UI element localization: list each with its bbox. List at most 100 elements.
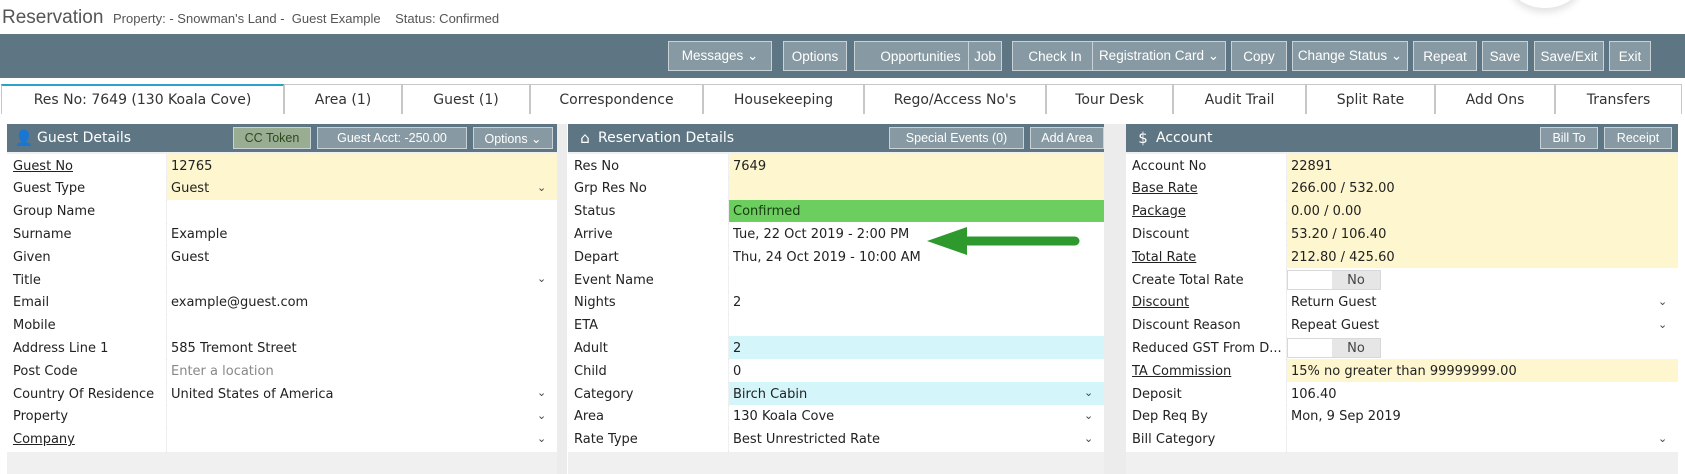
guest-header-button-1[interactable]: Guest Acct: -250.00 [317, 127, 467, 149]
chevron-down-icon[interactable]: ⌄ [1084, 409, 1093, 422]
account-row-label[interactable]: TA Commission [1126, 359, 1286, 384]
job-button[interactable]: Job [968, 41, 1002, 71]
account-row-label[interactable]: Base Rate [1126, 176, 1286, 201]
reservation-row-label: Adult [568, 336, 728, 361]
guest-row-value[interactable]: Enter a location [167, 359, 557, 384]
reservation-row-value[interactable] [729, 313, 1104, 338]
guest-row-label[interactable]: Guest No [7, 154, 166, 178]
tab-1[interactable]: Area (1) [284, 84, 402, 114]
account-row-label: Discount Reason [1126, 313, 1286, 338]
exit-button[interactable]: Exit [1609, 41, 1651, 71]
toggle-no-label: No [1332, 339, 1380, 358]
account-row-value[interactable]: 106.40 [1287, 382, 1678, 406]
change-status-button[interactable]: Change Status ⌄ [1292, 41, 1408, 71]
chevron-down-icon[interactable]: ⌄ [537, 432, 546, 445]
tab-bar: Res No: 7649 (130 Koala Cove) Area (1) Gue… [0, 84, 1685, 114]
tab-5[interactable]: Rego/Access No's [864, 84, 1046, 114]
guest-row-label: Email [7, 290, 166, 315]
guest-row-value[interactable]: example@guest.com [167, 290, 557, 315]
chevron-down-icon[interactable]: ⌄ [537, 386, 546, 399]
account-row: Discount 53.20 / 106.40 [1126, 222, 1678, 247]
account-row-value[interactable]: Mon, 9 Sep 2019 [1287, 404, 1678, 429]
guest-row-value[interactable]: 585 Tremont Street [167, 336, 557, 361]
scrollbar[interactable] [1104, 124, 1126, 474]
chevron-down-icon[interactable]: ⌄ [1658, 432, 1667, 445]
guest-row-value[interactable] [167, 313, 557, 338]
reservation-row-label: Area [568, 404, 728, 429]
reservation-row-value[interactable]: 2 [729, 290, 1104, 315]
save-button[interactable]: Save [1482, 41, 1528, 71]
guest-row: Guest Type Guest ⌄ [7, 176, 557, 201]
toggle-switch[interactable]: No [1287, 270, 1381, 290]
toolbar: Messages ⌄ Options Opportunities Job Check I… [0, 34, 1685, 78]
toggle-switch[interactable]: No [1287, 338, 1381, 359]
account-row: Reduced GST From D... No [1126, 336, 1678, 361]
copy-button[interactable]: Copy [1231, 41, 1287, 71]
reservation-row-value[interactable]: Birch Cabin [729, 382, 1104, 406]
account-row-value[interactable]: Return Guest [1287, 290, 1678, 315]
check-in-button[interactable]: Check In [1012, 41, 1098, 71]
account-row: Base Rate 266.00 / 532.00 [1126, 176, 1678, 201]
guest-row-label: Group Name [7, 199, 166, 224]
registration-card-button[interactable]: Registration Card ⌄ [1092, 41, 1226, 71]
account-row-value[interactable]: Repeat Guest [1287, 313, 1678, 338]
chevron-down-icon[interactable]: ⌄ [537, 409, 546, 422]
repeat-button[interactable]: Repeat [1413, 41, 1477, 71]
guest-header-button-0[interactable]: CC Token [233, 127, 311, 149]
options-button[interactable]: Options [783, 41, 847, 71]
tab-0[interactable]: Res No: 7649 (130 Koala Cove) [1, 84, 284, 114]
guest-row-label[interactable]: Company [7, 427, 166, 452]
reservation-row-value[interactable] [729, 268, 1104, 292]
reservation-row-value[interactable]: Best Unrestricted Rate [729, 427, 1104, 452]
tab-9[interactable]: Add Ons [1435, 84, 1555, 114]
guest-row-label: Title [7, 268, 166, 292]
guest-row-value[interactable]: Example [167, 222, 557, 247]
messages-button[interactable]: Messages ⌄ [668, 41, 772, 71]
account-row-label: Discount [1126, 222, 1286, 247]
account-row-value: No [1287, 268, 1678, 292]
account-row-value: 0.00 / 0.00 [1287, 199, 1678, 224]
chevron-down-icon[interactable]: ⌄ [537, 181, 546, 194]
tab-10[interactable]: Transfers [1555, 84, 1682, 114]
reservation-header-button-0[interactable]: Special Events (0) [889, 127, 1024, 149]
guest-row-value[interactable] [167, 427, 557, 452]
tab-4[interactable]: Housekeeping [703, 84, 864, 114]
chevron-down-icon[interactable]: ⌄ [537, 272, 546, 285]
account-row-label[interactable]: Total Rate [1126, 245, 1286, 270]
reservation-row: Category Birch Cabin ⌄ [568, 382, 1104, 406]
guest-row-value[interactable] [167, 199, 557, 224]
guest-row: Country Of Residence United States of Ame… [7, 382, 557, 406]
tab-8[interactable]: Split Rate [1306, 84, 1435, 114]
scrollbar[interactable] [557, 124, 567, 474]
tab-6[interactable]: Tour Desk [1046, 84, 1173, 114]
guest-row-value[interactable]: Guest [167, 176, 557, 201]
account-row-label[interactable]: Package [1126, 199, 1286, 224]
guest-row: Address Line 1 585 Tremont Street [7, 336, 557, 361]
save-exit-button[interactable]: Save/Exit [1534, 41, 1604, 71]
account-row-label[interactable]: Discount [1126, 290, 1286, 315]
account-header-button-1[interactable]: Receipt [1604, 127, 1672, 149]
tab-2[interactable]: Guest (1) [402, 84, 530, 114]
reservation-row-label: Res No [568, 154, 728, 178]
guest-header-button-2[interactable]: Options ⌄ [473, 127, 553, 149]
guest-row-value[interactable]: Guest [167, 245, 557, 270]
guest-row: Mobile [7, 313, 557, 338]
reservation-row-value[interactable]: 130 Koala Cove [729, 404, 1104, 429]
chevron-down-icon[interactable]: ⌄ [1084, 432, 1093, 445]
guest-row-value[interactable] [167, 404, 557, 429]
reservation-header-button-1[interactable]: Add Area [1030, 127, 1104, 149]
tab-3[interactable]: Correspondence [530, 84, 703, 114]
chevron-down-icon[interactable]: ⌄ [1084, 386, 1093, 399]
guest-row-value[interactable]: United States of America [167, 382, 557, 406]
account-row-value[interactable] [1287, 427, 1678, 452]
reservation-row: Status Confirmed [568, 199, 1104, 224]
guest-details-panel: 👤 Guest Details CC Token Guest Acct: -250.0… [7, 124, 557, 474]
account-header-button-0[interactable]: Bill To [1540, 127, 1598, 149]
reservation-row: Area 130 Koala Cove ⌄ [568, 404, 1104, 429]
guest-row-value[interactable] [167, 268, 557, 292]
account-row: Create Total Rate No [1126, 268, 1678, 292]
chevron-down-icon[interactable]: ⌄ [1658, 295, 1667, 308]
tab-7[interactable]: Audit Trail [1173, 84, 1306, 114]
reservation-row-value[interactable]: 0 [729, 359, 1104, 384]
chevron-down-icon[interactable]: ⌄ [1658, 318, 1667, 331]
